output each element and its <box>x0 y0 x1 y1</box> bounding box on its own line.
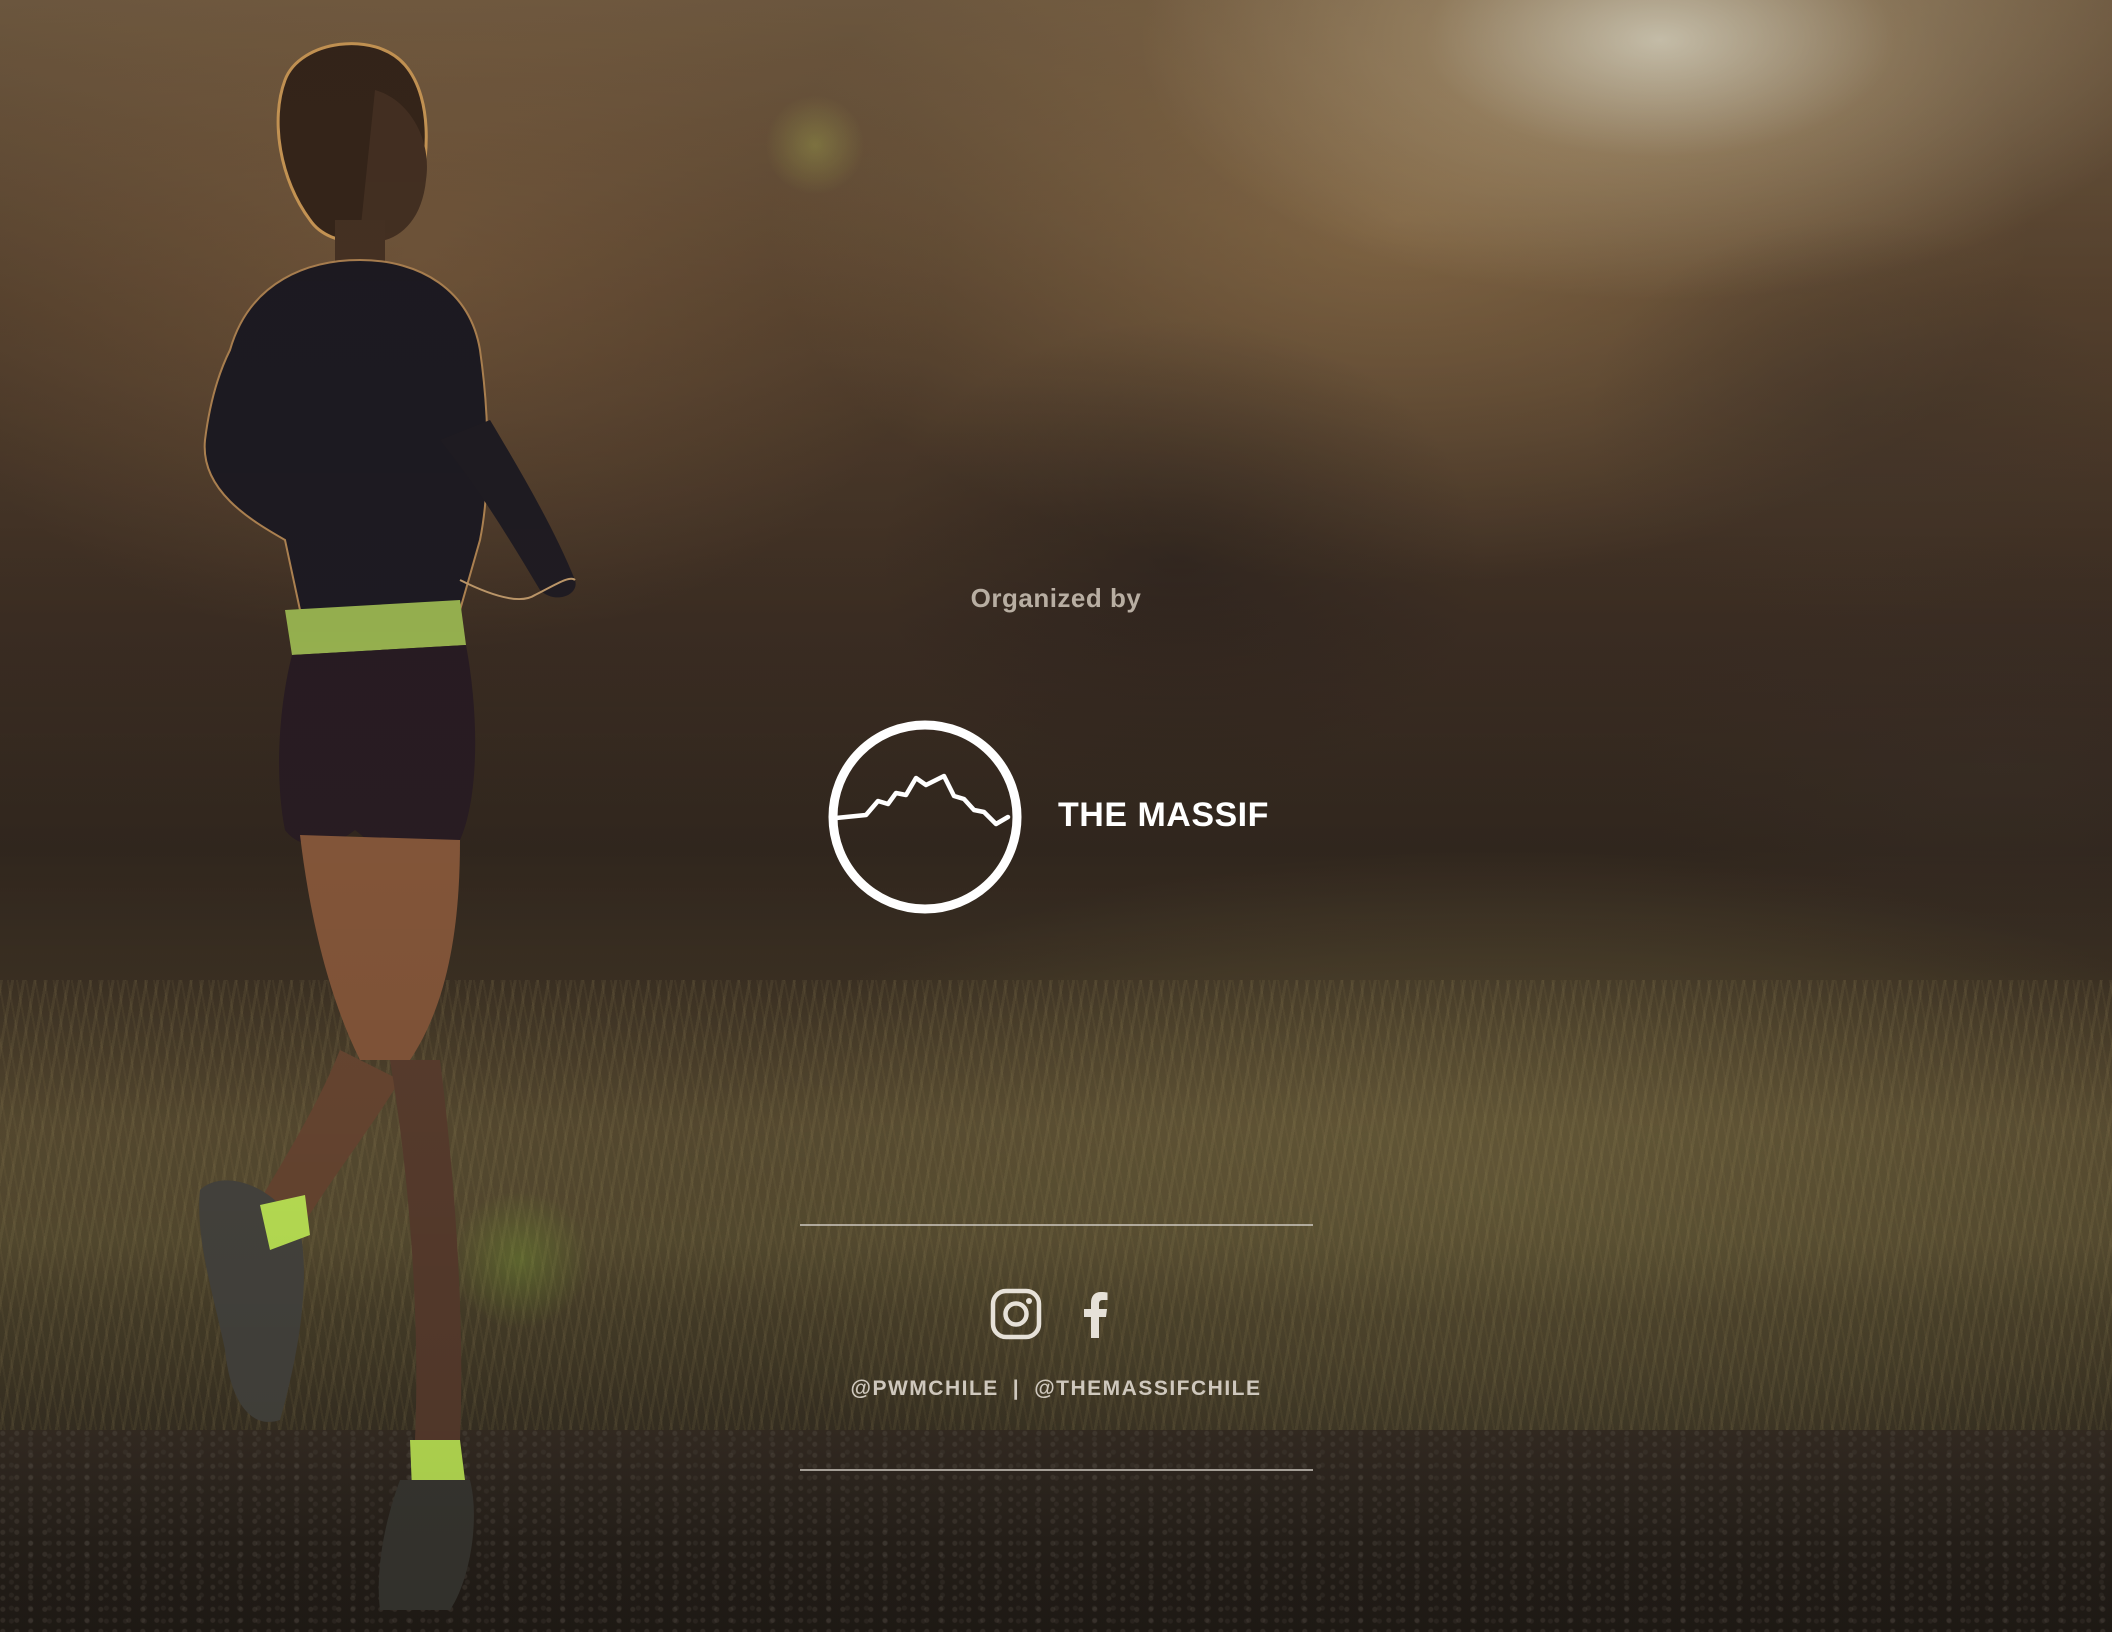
handle-separator: | <box>1012 1377 1021 1400</box>
handle-pwmchile[interactable]: @PWMCHILE <box>850 1377 998 1400</box>
mountain-circle-logo-icon <box>828 720 1022 914</box>
organizer-name: THE MASSIF <box>1058 796 1269 834</box>
handle-themassifchile[interactable]: @THEMASSIFCHILE <box>1034 1377 1261 1400</box>
social-handles: @PWMCHILE | @THEMASSIFCHILE <box>0 1377 2112 1401</box>
organized-by-label: Organized by <box>970 583 1142 613</box>
divider-top <box>800 1224 1313 1226</box>
social-icons <box>0 1288 2112 1340</box>
back-cover-page: Organized by THE MASSIF @PWMCHILE | @THEMA… <box>0 0 2112 1632</box>
instagram-icon[interactable] <box>990 1288 1042 1340</box>
facebook-icon[interactable] <box>1070 1288 1122 1340</box>
organizer-logo: THE MASSIF <box>826 718 1296 916</box>
divider-bottom <box>800 1469 1313 1471</box>
